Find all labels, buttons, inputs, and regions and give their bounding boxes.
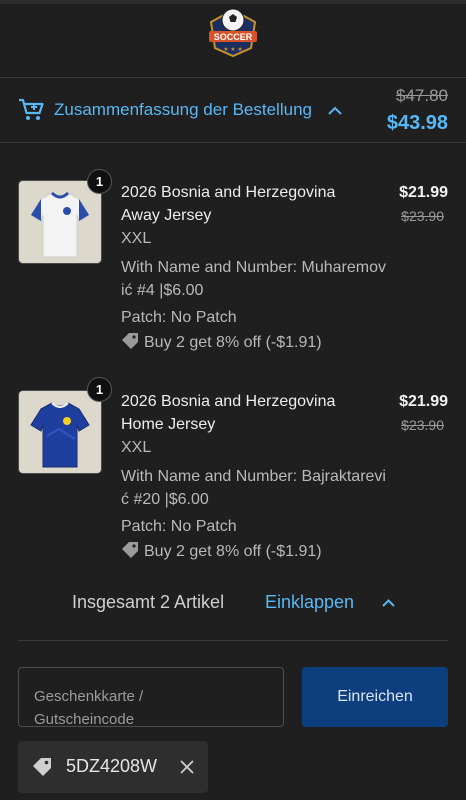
discount-code-text: 5DZ4208W xyxy=(66,756,158,776)
product-discount: Buy 2 get 8% off (-$1.91) xyxy=(121,541,322,561)
product-price: $21.99 xyxy=(399,393,448,410)
quantity-badge: 1 xyxy=(87,377,112,402)
product-discount: Buy 2 get 8% off (-$1.91) xyxy=(121,332,322,352)
product-patch: Patch: No Patch xyxy=(121,518,237,535)
original-total-price: $47.80 xyxy=(396,86,448,105)
cart-icon xyxy=(19,98,44,120)
close-icon[interactable] xyxy=(180,760,194,774)
product-patch: Patch: No Patch xyxy=(121,309,237,326)
product-original-price: $23.90 xyxy=(401,208,444,224)
chevron-up-icon xyxy=(328,106,342,115)
logo-wordmark: SOCCER xyxy=(214,32,253,42)
order-summary-label: Zusammenfassung der Bestellung xyxy=(54,100,312,119)
summary-divider xyxy=(0,142,466,143)
product-image[interactable] xyxy=(18,390,102,474)
tag-icon xyxy=(33,758,51,776)
svg-text:★ ★ ★: ★ ★ ★ xyxy=(223,46,242,53)
order-summary-toggle[interactable]: Zusammenfassung der Bestellung $47.80 $4… xyxy=(0,78,466,142)
store-logo[interactable]: SOCCER ★ ★ ★ xyxy=(201,4,265,60)
collapse-button[interactable]: Einklappen xyxy=(265,592,354,613)
product-image[interactable] xyxy=(18,180,102,264)
quantity-badge: 1 xyxy=(87,169,112,194)
discount-tag-icon xyxy=(122,333,138,349)
discount-text: Buy 2 get 8% off (-$1.91) xyxy=(144,543,322,560)
gift-card-input[interactable]: Geschenkkarte / Gutscheincode xyxy=(18,667,284,728)
discount-text: Buy 2 get 8% off (-$1.91) xyxy=(144,334,322,351)
product-original-price: $23.90 xyxy=(401,417,444,433)
item-count-label: Insgesamt 2 Artikel xyxy=(72,592,225,612)
product-title: 2026 Bosnia and Herzegovina Away Jersey xyxy=(121,184,336,224)
discount-tag-icon xyxy=(122,542,138,558)
product-price: $21.99 xyxy=(399,184,448,201)
order-total-price: $43.98 xyxy=(386,112,448,134)
submit-code-button[interactable]: Einreichen xyxy=(302,667,448,727)
product-name-number: With Name and Number: Bajraktarević #20 … xyxy=(121,468,386,508)
chevron-up-icon[interactable] xyxy=(382,599,395,607)
product-size: XXL xyxy=(121,439,152,456)
item-count-row: Insgesamt 2 Artikel Einklappen xyxy=(0,590,466,618)
gift-card-placeholder: Geschenkkarte / Gutscheincode xyxy=(34,688,144,728)
product-size: XXL xyxy=(121,230,152,247)
product-name-number: With Name and Number: Muharemović #4 |$6… xyxy=(121,259,386,299)
product-title: 2026 Bosnia and Herzegovina Home Jersey xyxy=(121,393,336,433)
totals-divider xyxy=(18,640,448,641)
applied-discount-chip: 5DZ4208W xyxy=(18,741,208,793)
